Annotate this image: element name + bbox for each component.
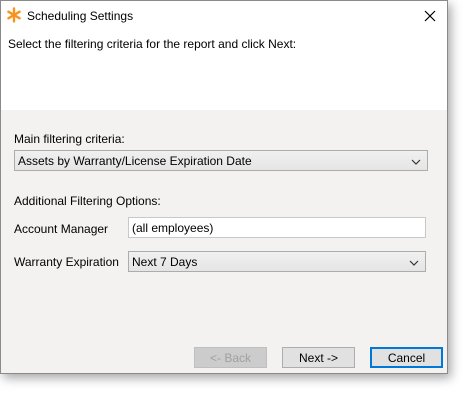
chevron-down-icon — [409, 257, 419, 267]
app-asterisk-icon — [6, 7, 22, 23]
warranty-expiration-value: Next 7 Days — [132, 254, 198, 269]
title-bar: Scheduling Settings — [1, 1, 447, 31]
warranty-expiration-label: Warranty Expiration — [14, 255, 119, 269]
instructions-text: Select the filtering criteria for the re… — [8, 37, 297, 51]
filter-panel: Main filtering criteria: Assets by Warra… — [1, 110, 447, 341]
account-manager-field[interactable]: (all employees) — [128, 217, 426, 238]
chevron-down-icon — [411, 156, 421, 166]
warranty-expiration-select[interactable]: Next 7 Days — [128, 251, 426, 272]
window-title: Scheduling Settings — [27, 9, 134, 23]
close-icon[interactable] — [413, 1, 447, 31]
account-manager-label: Account Manager — [14, 222, 109, 236]
additional-options-heading: Additional Filtering Options: — [14, 194, 161, 208]
main-criteria-label: Main filtering criteria: — [14, 132, 125, 146]
cancel-button[interactable]: Cancel — [370, 347, 443, 368]
account-manager-value: (all employees) — [132, 220, 214, 235]
next-button[interactable]: Next -> — [282, 347, 355, 368]
main-criteria-value: Assets by Warranty/License Expiration Da… — [18, 153, 252, 168]
scheduling-settings-dialog: Scheduling Settings Select the filtering… — [0, 0, 448, 374]
main-criteria-select[interactable]: Assets by Warranty/License Expiration Da… — [14, 150, 428, 171]
button-bar: <- Back Next -> Cancel — [1, 341, 447, 373]
back-button[interactable]: <- Back — [194, 347, 267, 368]
